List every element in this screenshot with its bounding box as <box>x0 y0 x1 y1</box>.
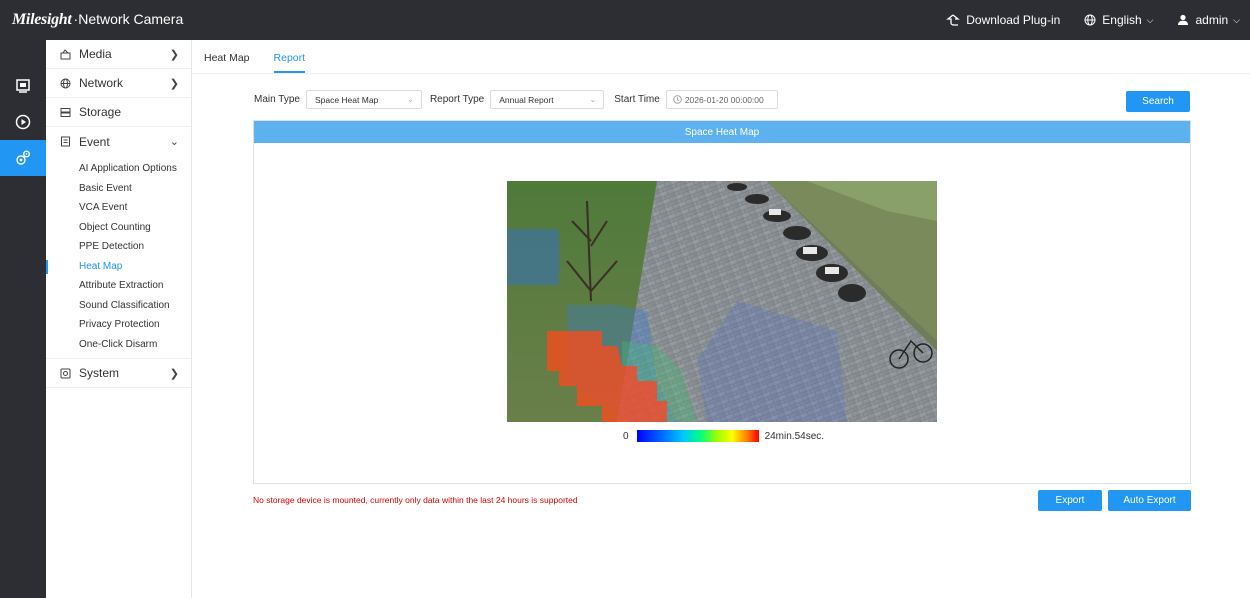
sidebar-item-one-click-disarm[interactable]: One-Click Disarm <box>46 335 191 355</box>
chevron-right-icon: ❯ <box>169 77 179 90</box>
user-label: admin <box>1195 13 1229 27</box>
sidebar-item-sound-classification[interactable]: Sound Classification <box>46 296 191 316</box>
globe-icon <box>1084 14 1096 26</box>
heat-map-legend: 0 24min.54sec. <box>623 430 824 442</box>
download-plugin-label: Download Plug-in <box>966 13 1061 27</box>
download-icon <box>946 14 961 26</box>
user-menu[interactable]: admin ⌵ <box>1177 13 1240 27</box>
language-dropdown[interactable]: English ⌵ <box>1084 13 1153 27</box>
sidebar-label-media: Media <box>79 47 112 61</box>
chevron-down-icon: ⌄ <box>169 136 179 148</box>
main-type-select[interactable]: Space Heat Map ⌄ <box>305 90 422 109</box>
sidebar-item-attribute-extraction[interactable]: Attribute Extraction <box>46 276 191 296</box>
report-type-value: Annual Report <box>499 94 554 105</box>
sidebar-item-storage[interactable]: Storage <box>46 98 191 127</box>
chevron-down-icon: ⌄ <box>589 95 597 104</box>
user-icon <box>1178 14 1189 25</box>
sidebar-label-network: Network <box>79 76 124 90</box>
report-type-select[interactable]: Annual Report ⌄ <box>490 90 605 109</box>
chevron-right-icon: ❯ <box>169 48 179 61</box>
main-type-label: Main Type <box>254 94 300 105</box>
storage-icon <box>60 107 71 117</box>
top-bar: Milesight ·Network Camera Download Plug-… <box>0 0 1250 40</box>
tab-heat-map[interactable]: Heat Map <box>204 52 250 73</box>
tab-report[interactable]: Report <box>273 52 305 73</box>
media-icon <box>60 48 71 59</box>
language-label: English <box>1102 13 1142 27</box>
chevron-right-icon: ❯ <box>169 367 179 380</box>
main-type-value: Space Heat Map <box>314 94 379 105</box>
legend-max: 24min.54sec. <box>764 430 825 442</box>
brand-name: Milesight <box>12 11 72 28</box>
heat-map-panel: Space Heat Map 0 24min.54sec. <box>253 120 1191 484</box>
main-content: Heat Map Report Main Type Space Heat Map… <box>192 40 1250 598</box>
sidebar-item-heat-map[interactable]: Heat Map <box>46 257 191 277</box>
heat-map-scene <box>507 181 937 422</box>
sidebar-item-network[interactable]: Network ❯ <box>46 69 191 98</box>
report-type-label: Report Type <box>429 94 485 105</box>
sidebar-item-object-counting[interactable]: Object Counting <box>46 218 191 238</box>
sidebar-item-ppe-detection[interactable]: PPE Detection <box>46 237 191 257</box>
live-view-icon <box>16 79 30 93</box>
live-view-button[interactable] <box>0 68 46 104</box>
sidebar-item-vca-event[interactable]: VCA Event <box>46 198 191 218</box>
globe-icon <box>60 78 71 88</box>
start-time-value: 2026-01-20 00:00:00 <box>684 94 764 105</box>
panel-title: Space Heat Map <box>254 121 1190 143</box>
sidebar-item-privacy-protection[interactable]: Privacy Protection <box>46 315 191 335</box>
tab-bar: Heat Map Report <box>192 40 1250 74</box>
event-icon <box>61 136 70 147</box>
sidebar-item-ai-application-options[interactable]: AI Application Options <box>46 159 191 179</box>
heat-map-image <box>507 181 937 422</box>
chevron-down-icon: ⌄ <box>407 95 414 104</box>
auto-export-button[interactable]: Auto Export <box>1108 490 1191 511</box>
sidebar-label-system: System <box>79 366 120 380</box>
search-button[interactable]: Search <box>1126 91 1190 112</box>
storage-warning: No storage device is mounted, currently … <box>253 495 578 505</box>
sidebar-item-media[interactable]: Media ❯ <box>46 40 191 69</box>
brand-logo: Milesight ·Network Camera <box>12 11 183 29</box>
download-plugin-button[interactable]: Download Plug-in <box>946 13 1060 27</box>
legend-min: 0 <box>623 430 629 442</box>
top-right-menu: Download Plug-in English ⌵ admin ⌵ <box>922 13 1240 27</box>
sidebar-item-system[interactable]: System ❯ <box>46 359 191 388</box>
start-time-label: Start Time <box>614 94 660 105</box>
playback-icon <box>15 114 31 130</box>
sidebar-item-basic-event[interactable]: Basic Event <box>46 179 191 199</box>
product-name: ·Network Camera <box>73 11 184 27</box>
chevron-down-icon: ⌵ <box>1146 14 1154 25</box>
report-filters: Main Type Space Heat Map ⌄ Report Type A… <box>254 90 778 109</box>
clock-icon <box>673 95 682 104</box>
settings-icon <box>16 150 30 165</box>
product-label: Network Camera <box>78 11 184 27</box>
event-submenu: AI Application Options Basic Event VCA E… <box>46 156 191 359</box>
export-button[interactable]: Export <box>1038 490 1102 511</box>
sidebar-label-event: Event <box>79 134 110 149</box>
settings-button[interactable] <box>0 140 46 176</box>
icon-rail <box>0 40 46 598</box>
playback-button[interactable] <box>0 104 46 140</box>
chevron-down-icon: ⌵ <box>1233 14 1240 25</box>
legend-gradient-bar <box>636 430 759 442</box>
sidebar-label-storage: Storage <box>79 105 122 119</box>
system-icon <box>60 368 71 378</box>
start-time-input[interactable]: 2026-01-20 00:00:00 <box>665 90 778 109</box>
sidebar-item-event[interactable]: Event ⌄ <box>46 127 191 156</box>
settings-sidebar: Media ❯ Network ❯ Storage Event ⌄ AI App… <box>46 40 192 598</box>
